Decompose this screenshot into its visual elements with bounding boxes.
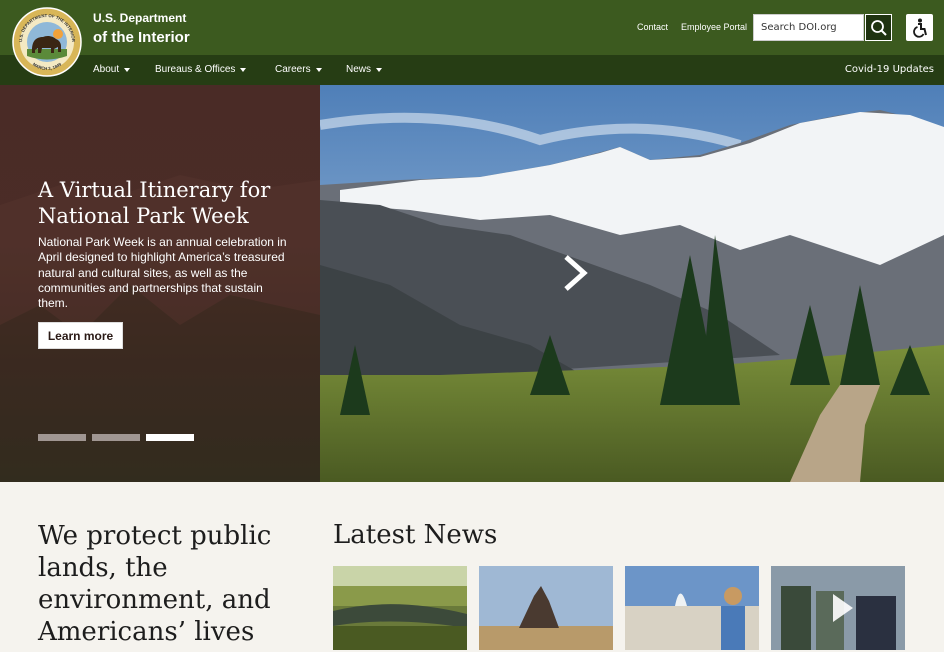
doi-seal-icon[interactable]: U.S. DEPARTMENT OF THE INTERIOR MARCH 3,… [12,7,82,77]
carousel-dot-3-active[interactable] [146,434,194,441]
caret-down-icon [240,67,247,72]
hero-title: A Virtual Itinerary for National Park We… [38,178,271,228]
news-thumbnail-wetland[interactable] [333,566,467,650]
nav-bureaus-label: Bureaus & Offices [155,64,236,75]
nav-about-label: About [93,64,120,75]
latest-news-heading: Latest News [333,520,498,550]
mission-statement: We protect public lands, the environment… [38,521,272,647]
chevron-right-icon[interactable] [560,253,590,293]
nav-about[interactable]: About [93,64,131,75]
nav-careers-label: Careers [275,64,311,75]
site-title-line2: of the Interior [93,29,190,46]
accessibility-button[interactable] [906,14,933,41]
carousel-dot-2[interactable] [92,434,140,441]
search-icon [870,19,887,36]
carousel-dot-1[interactable] [38,434,86,441]
site-title-line1: U.S. Department [93,11,187,25]
hero-text-panel: A Virtual Itinerary for National Park We… [0,85,320,482]
caret-down-icon [124,67,131,72]
covid-updates-link[interactable]: Covid-19 Updates [845,64,934,75]
caret-down-icon [315,67,322,72]
employee-portal-link[interactable]: Employee Portal [681,22,747,32]
accessibility-icon [912,18,927,38]
learn-more-button[interactable]: Learn more [38,322,123,349]
nav-bureaus-offices[interactable]: Bureaus & Offices [155,64,247,75]
hero-description: National Park Week is an annual celebrat… [38,235,287,311]
news-thumbnail-video[interactable] [771,566,905,650]
caret-down-icon [376,67,383,72]
search-input[interactable] [753,14,864,41]
hero-mountain-photo [320,85,944,482]
hero-carousel: A Virtual Itinerary for National Park We… [0,85,944,482]
news-thumbnail-geyser-hiker[interactable] [625,566,759,650]
nav-careers[interactable]: Careers [275,64,322,75]
main-nav [0,55,944,85]
site-title[interactable]: U.S. Department of the Interior [93,11,190,48]
nav-news-label: News [346,64,372,75]
contact-link[interactable]: Contact [637,22,668,32]
search-button[interactable] [865,14,892,41]
nav-news[interactable]: News [346,64,383,75]
news-thumbnail-desert-rock[interactable] [479,566,613,650]
